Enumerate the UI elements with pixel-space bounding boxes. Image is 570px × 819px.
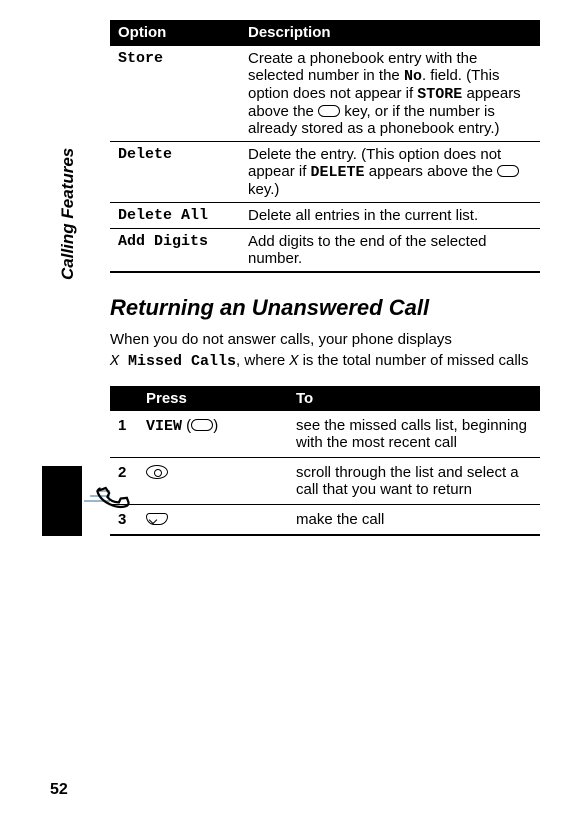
side-tab-block <box>42 466 82 536</box>
view-label: VIEW <box>146 418 182 435</box>
table-row: 3 make the call <box>110 505 540 536</box>
steps-header-to: To <box>288 386 540 411</box>
text: , where <box>236 352 289 369</box>
keyword-store: STORE <box>417 86 462 103</box>
text: key.) <box>248 181 279 198</box>
keyword-delete: DELETE <box>311 164 365 181</box>
option-name-delete: Delete <box>110 142 240 203</box>
steps-table: Press To 1 VIEW () see the missed calls … <box>110 386 540 536</box>
text: When you do not answer calls, your phone… <box>110 331 452 348</box>
soft-key-icon <box>318 105 340 117</box>
scroll-key-icon <box>146 465 168 479</box>
steps-header-press: Press <box>138 386 288 411</box>
options-header-description: Description <box>240 20 540 46</box>
step-press: VIEW () <box>138 411 288 458</box>
table-row: 2 scroll through the list and select a c… <box>110 458 540 505</box>
step-to: make the call <box>288 505 540 536</box>
text: appears above the <box>365 163 498 180</box>
table-row: 1 VIEW () see the missed calls list, beg… <box>110 411 540 458</box>
soft-key-icon <box>191 419 213 431</box>
option-name-store: Store <box>110 46 240 142</box>
missed-calls-label: Missed Calls <box>119 353 236 370</box>
text: ( <box>182 417 191 434</box>
send-key-icon <box>146 513 168 525</box>
option-desc-delete: Delete the entry. (This option does not … <box>240 142 540 203</box>
options-table: Option Description Store Create a phoneb… <box>110 20 540 273</box>
step-to: see the missed calls list, beginning wit… <box>288 411 540 458</box>
section-heading: Returning an Unanswered Call <box>110 295 540 321</box>
text: is the total number of missed calls <box>298 352 528 369</box>
table-row: Store Create a phonebook entry with the … <box>110 46 540 142</box>
option-desc-add-digits: Add digits to the end of the selected nu… <box>240 229 540 273</box>
steps-header-blank <box>110 386 138 411</box>
option-desc-store: Create a phonebook entry with the select… <box>240 46 540 142</box>
table-row: Delete All Delete all entries in the cur… <box>110 203 540 229</box>
field-no: No <box>404 68 422 85</box>
page-number: 52 <box>50 781 68 799</box>
option-name-delete-all: Delete All <box>110 203 240 229</box>
table-row: Delete Delete the entry. (This option do… <box>110 142 540 203</box>
option-name-add-digits: Add Digits <box>110 229 240 273</box>
option-desc-delete-all: Delete all entries in the current list. <box>240 203 540 229</box>
side-section-label: Calling Features <box>58 148 78 280</box>
soft-key-icon <box>497 165 519 177</box>
step-number: 1 <box>110 411 138 458</box>
step-press <box>138 458 288 505</box>
text: ) <box>213 417 218 434</box>
options-header-option: Option <box>110 20 240 46</box>
step-to: scroll through the list and select a cal… <box>288 458 540 505</box>
table-row: Add Digits Add digits to the end of the … <box>110 229 540 273</box>
intro-paragraph: When you do not answer calls, your phone… <box>110 329 540 372</box>
step-press <box>138 505 288 536</box>
variable-x: X <box>110 353 119 370</box>
